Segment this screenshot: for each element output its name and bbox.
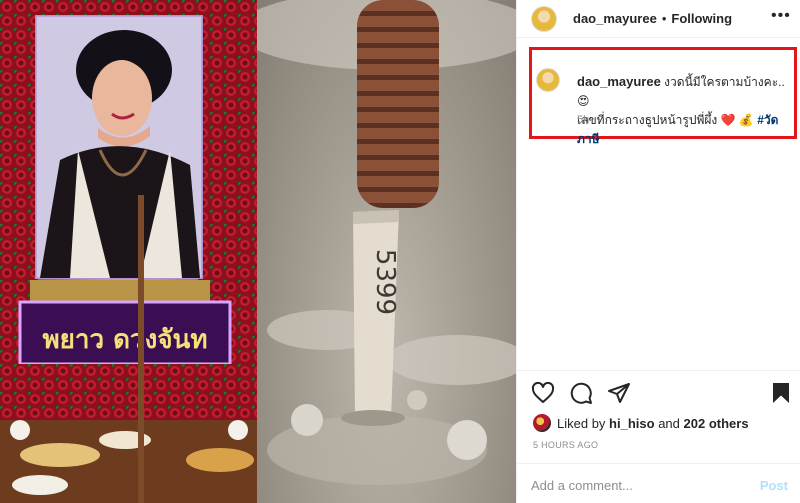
header-separator: •	[661, 11, 667, 26]
likes-conj: and	[658, 415, 680, 431]
heart-outline-icon[interactable]	[531, 381, 555, 405]
incense-stick-photo: 5399	[257, 0, 516, 503]
actions-divider	[517, 370, 800, 371]
caption-line-1: งวดนี้มีใครตามบ้างคะ..	[664, 75, 785, 89]
post-sidebar: dao_mayuree • Following ••• dao_mayuree …	[516, 0, 800, 503]
caption-text: dao_mayuree งวดนี้มีใครตามบ้างคะ.. 😍 เลข…	[577, 72, 797, 149]
likes-others-link[interactable]: 202 others	[684, 416, 749, 431]
header-divider	[517, 37, 800, 38]
comment-divider	[517, 463, 800, 464]
caption-line-2: เลขที่กระถางธูปหน้ารูปพี่ผึ้ง	[577, 113, 718, 127]
likes-summary: Liked by hi_hiso and 202 others	[533, 414, 749, 432]
caption-highlight-box: dao_mayuree งวดนี้มีใครตามบ้างคะ.. 😍 เลข…	[529, 47, 797, 146]
memorial-portrait-illustration: พยาว ดวงจันท	[0, 0, 257, 503]
caption-time[interactable]: 5h	[577, 114, 589, 126]
memorial-portrait-photo: พยาว ดวงจันท	[0, 0, 257, 503]
caption-username-link[interactable]: dao_mayuree	[577, 74, 661, 89]
frame-name-text: พยาว ดวงจันท	[43, 325, 208, 355]
red-heart-emoji: ❤️	[720, 113, 736, 127]
author-username-link[interactable]: dao_mayuree	[573, 11, 657, 26]
comment-input[interactable]: Add a comment...	[531, 478, 633, 493]
caption-author-avatar[interactable]	[536, 68, 560, 92]
following-button[interactable]: Following	[671, 11, 732, 26]
paper-plane-icon[interactable]	[607, 381, 631, 405]
bookmark-icon[interactable]	[769, 381, 793, 405]
money-bag-emoji: 💰	[738, 113, 754, 127]
liker-avatar[interactable]	[533, 414, 551, 432]
incense-stick-illustration: 5399	[257, 0, 516, 485]
post-comment-button[interactable]: Post	[760, 478, 788, 493]
liker-username-link[interactable]: hi_hiso	[609, 416, 655, 431]
incense-number-text: 5399	[370, 249, 400, 315]
comment-icon[interactable]	[569, 381, 593, 405]
heart-eyes-emoji: 😍	[577, 94, 590, 108]
post-media[interactable]: พยาว ดวงจันท 5399	[0, 0, 516, 503]
more-horizontal-icon[interactable]: •••	[771, 8, 790, 25]
action-bar	[517, 378, 800, 408]
post-timestamp[interactable]: 5 HOURS AGO	[533, 440, 598, 450]
liked-by-label: Liked by	[557, 415, 606, 431]
author-avatar[interactable]	[531, 5, 557, 32]
post-header: dao_mayuree • Following •••	[517, 0, 800, 37]
